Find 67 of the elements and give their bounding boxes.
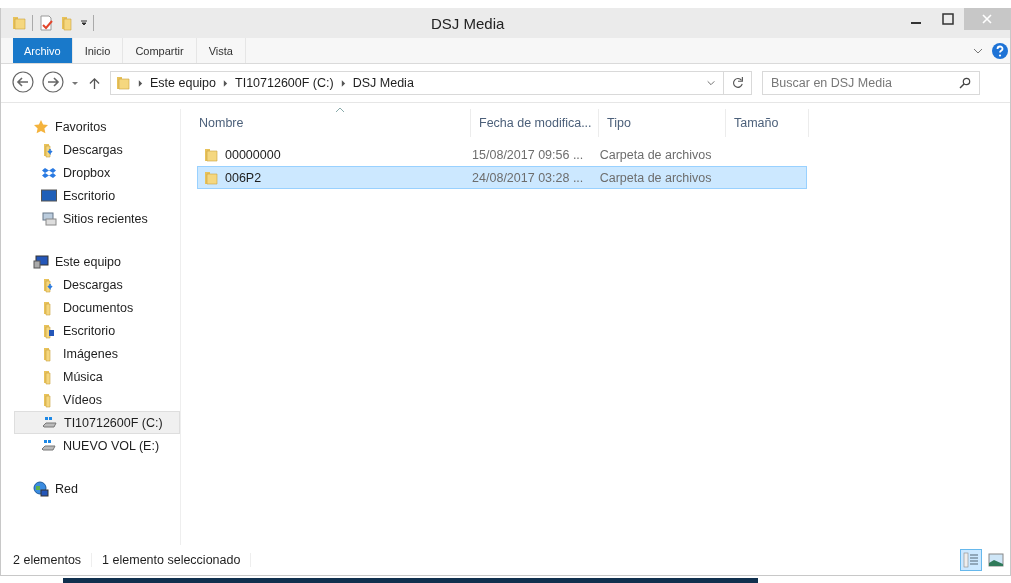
sidebar-item[interactable]: NUEVO VOL (E:) bbox=[14, 434, 180, 457]
close-icon bbox=[981, 13, 993, 25]
drive-icon bbox=[41, 437, 57, 454]
minimize-icon bbox=[911, 22, 921, 24]
folder-icon bbox=[41, 322, 57, 339]
address-bar[interactable]: Este equipo TI10712600F (C:) DSJ Media bbox=[110, 71, 752, 95]
maximize-icon bbox=[942, 13, 954, 25]
star-icon bbox=[33, 118, 49, 135]
file-type: Carpeta de archivos bbox=[599, 147, 712, 162]
details-view-icon bbox=[963, 552, 979, 568]
monitor-icon bbox=[41, 187, 57, 204]
forward-button[interactable] bbox=[41, 71, 65, 95]
column-header[interactable]: Fecha de modifica... bbox=[471, 109, 599, 137]
folder-icon bbox=[203, 146, 219, 163]
sidebar-item[interactable]: Favoritos bbox=[14, 115, 180, 138]
breadcrumb-arrow-icon[interactable] bbox=[340, 79, 346, 87]
refresh-icon[interactable] bbox=[731, 76, 745, 90]
selection-count: 1 elemento seleccionado bbox=[102, 553, 252, 567]
breadcrumb-item[interactable]: DSJ Media bbox=[352, 76, 414, 90]
breadcrumb-item[interactable]: Este equipo bbox=[150, 76, 217, 90]
sidebar-item[interactable]: Descargas bbox=[14, 273, 180, 296]
file-row[interactable]: 00000000 15/08/2017 09:56 ... Carpeta de archivos bbox=[197, 143, 807, 166]
file-name: 00000000 bbox=[225, 147, 281, 162]
network-globe-icon bbox=[33, 480, 49, 497]
search-box[interactable]: Buscar en DSJ Media bbox=[762, 71, 980, 95]
computer-icon bbox=[33, 253, 49, 270]
window-title: DSJ Media bbox=[431, 14, 506, 32]
sidebar-item[interactable]: Sitios recientes bbox=[14, 207, 180, 230]
file-type: Carpeta de archivos bbox=[599, 170, 712, 185]
item-count: 2 elementos bbox=[13, 553, 93, 567]
sidebar-item[interactable]: Música bbox=[14, 365, 180, 388]
modified-date: 24/08/2017 03:28 ... bbox=[472, 170, 584, 185]
chevron-down-icon[interactable] bbox=[706, 78, 716, 88]
recent-locations-caret-icon[interactable] bbox=[71, 79, 79, 87]
sidebar-item[interactable]: Vídeos bbox=[14, 388, 180, 411]
drive-icon bbox=[42, 414, 58, 431]
search-icon bbox=[959, 77, 971, 89]
sidebar-item[interactable]: Imágenes bbox=[14, 342, 180, 365]
modified-date: 15/08/2017 09:56 ... bbox=[472, 147, 584, 162]
breadcrumb-item[interactable]: TI10712600F (C:) bbox=[235, 76, 334, 90]
up-arrow-icon[interactable] bbox=[89, 76, 100, 90]
folder-icon bbox=[115, 75, 131, 91]
sidebar-item[interactable]: Descargas bbox=[14, 138, 180, 161]
file-row[interactable]: 006P2 24/08/2017 03:28 ... Carpeta de archivos bbox=[197, 166, 807, 189]
column-header[interactable]: Nombre bbox=[191, 109, 471, 137]
help-icon[interactable] bbox=[992, 42, 1008, 59]
breadcrumb-arrow-icon[interactable] bbox=[138, 79, 143, 87]
column-header[interactable]: Tamaño bbox=[726, 109, 809, 137]
breadcrumb-arrow-icon[interactable] bbox=[223, 79, 229, 87]
file-name: 006P2 bbox=[225, 170, 262, 185]
dropdown-icon[interactable] bbox=[80, 19, 88, 27]
recent-places-icon bbox=[41, 210, 57, 227]
sidebar-item[interactable]: TI10712600F (C:) bbox=[14, 411, 180, 434]
column-header[interactable]: Tipo bbox=[599, 109, 726, 137]
sidebar-item[interactable]: Escritorio bbox=[14, 184, 180, 207]
sidebar-item[interactable]: Este equipo bbox=[14, 250, 180, 273]
folder-icon bbox=[203, 169, 219, 186]
sidebar-item[interactable]: Escritorio bbox=[14, 319, 180, 342]
sidebar-item[interactable]: Dropbox bbox=[14, 161, 180, 184]
back-button[interactable] bbox=[11, 71, 35, 95]
sidebar-item[interactable]: Red bbox=[14, 477, 180, 500]
thumbnail-view-icon bbox=[988, 552, 1004, 568]
sidebar-item[interactable]: Documentos bbox=[14, 296, 180, 319]
file-tab[interactable]: Archivo bbox=[13, 38, 73, 63]
folder-icon bbox=[11, 15, 27, 31]
properties-icon[interactable] bbox=[38, 15, 54, 31]
sort-ascending-icon bbox=[336, 107, 344, 112]
